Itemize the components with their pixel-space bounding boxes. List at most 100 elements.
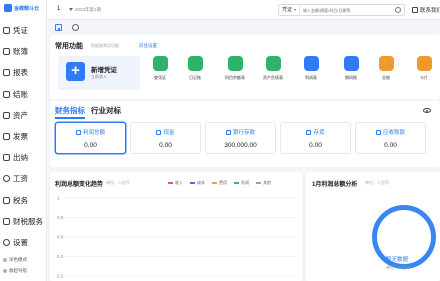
empty-data-label: 暂无数据	[386, 257, 409, 263]
shortcut-label: 期间账	[345, 75, 357, 80]
general-ledger-icon	[378, 56, 394, 71]
close-books-icon	[3, 90, 10, 98]
account-selector[interactable]: 1	[57, 6, 60, 12]
bank-icon	[225, 129, 231, 135]
y-tick-label: 0.8	[57, 215, 64, 220]
metric-card-0[interactable]: 利润总额 0.00	[55, 122, 126, 154]
dark-mode-toggle[interactable]: 深色模式	[3, 257, 27, 263]
collapse-nav-label: 收起导航	[9, 268, 27, 273]
chevron-down-icon	[294, 9, 297, 11]
metric-label: 现金	[163, 130, 175, 136]
asset-icon	[3, 111, 10, 119]
tab-industry-benchmark[interactable]: 行业对标	[91, 105, 121, 116]
shortcut-2[interactable]: 科目余额表	[217, 56, 253, 81]
period-label[interactable]: 2023年第1期	[75, 7, 101, 13]
invoice-icon	[3, 133, 10, 141]
eye-icon[interactable]	[423, 108, 431, 113]
sidebar-item-label: 报表	[13, 68, 28, 78]
receivable-icon	[375, 129, 381, 135]
topbar: 1 2023年第1期 凭证 联系我们	[47, 0, 440, 20]
new-voucher-button[interactable]: + 新增凭证 立即录入	[58, 56, 140, 90]
metric-card-1[interactable]: 现金 0.00	[130, 122, 201, 154]
sidebar-item-4[interactable]: 资产	[0, 105, 47, 126]
sidebar-item-label: 税务	[13, 195, 28, 205]
metric-label: 利润总额	[82, 130, 105, 136]
active-tab-indicator	[55, 117, 85, 119]
sidebar-item-0[interactable]: 凭证	[0, 20, 47, 41]
dark-mode-label: 深色模式	[9, 257, 27, 262]
sidebar-item-1[interactable]: 账簿	[0, 41, 47, 62]
sidebar-item-5[interactable]: 发票	[0, 126, 47, 147]
sidebar-item-6[interactable]: 出纳	[0, 147, 47, 168]
shortcut-7[interactable]: 卡片	[406, 56, 440, 81]
sidebar-item-3[interactable]: 结账	[0, 84, 47, 105]
app-root: 金蝶精斗云 凭证账簿报表结账资产发票出纳工资税务财税服务设置 深色模式 收起导航…	[0, 0, 440, 281]
home-icon[interactable]	[55, 24, 62, 31]
sidebar: 金蝶精斗云 凭证账簿报表结账资产发票出纳工资税务财税服务设置 深色模式 收起导航	[0, 0, 47, 281]
analysis-title: 1月利润总额分析	[312, 182, 358, 188]
chevron-down-icon[interactable]	[69, 8, 73, 11]
ledger-icon	[3, 48, 10, 56]
brand-name: 金蝶精斗云	[14, 5, 40, 12]
sidebar-item-2[interactable]: 报表	[0, 62, 47, 83]
sidebar-nav: 凭证账簿报表结账资产发票出纳工资税务财税服务设置	[0, 20, 47, 253]
metric-value: 0.00	[309, 142, 322, 149]
metric-header: 银行存款	[206, 128, 275, 136]
go-settings-link[interactable]: 前往设置	[139, 43, 157, 49]
metric-label: 存货	[313, 130, 325, 136]
logo-icon	[4, 4, 12, 12]
sidebar-item-9[interactable]: 财税服务	[0, 211, 47, 232]
metric-header: 现金	[131, 128, 200, 136]
sidebar-item-label: 结账	[13, 89, 28, 99]
gear-icon[interactable]	[72, 24, 79, 31]
trend-chart: 1 0.8 0.6 0.4 0.2	[57, 196, 296, 279]
y-tick-label: 0.4	[57, 254, 64, 259]
metric-label: 银行存款	[232, 130, 255, 136]
shortcut-6[interactable]: 总账	[368, 56, 404, 81]
metric-header: 应收账款	[356, 128, 425, 136]
card-icon	[416, 56, 432, 71]
search-type-select[interactable]: 凭证	[279, 5, 301, 15]
shortcut-3[interactable]: 资产负债表	[255, 56, 291, 81]
shortcut-0[interactable]: 查凭证	[142, 56, 178, 81]
plus-icon: +	[66, 62, 85, 81]
balance-icon	[227, 56, 243, 71]
common-functions-title: 常用功能	[55, 43, 83, 50]
sidebar-item-10[interactable]: 设置	[0, 232, 47, 253]
collapse-nav-button[interactable]: 收起导航	[3, 268, 27, 274]
shortcut-label: 资产负债表	[263, 75, 283, 80]
metric-card-3[interactable]: 存货 0.00	[280, 122, 351, 154]
shortcut-label: 总账	[382, 75, 390, 80]
sidebar-item-label: 财税服务	[13, 216, 43, 226]
y-tick-label: 0.2	[57, 274, 64, 279]
contact-us-button[interactable]: 联系我们	[412, 6, 440, 14]
metric-card-2[interactable]: 银行存款 300,000.00	[205, 122, 276, 154]
sidebar-item-label: 资产	[13, 110, 28, 120]
service-icon	[3, 217, 10, 225]
brand-logo[interactable]: 金蝶精斗云	[4, 4, 39, 12]
sidebar-item-7[interactable]: 工资	[0, 168, 47, 189]
metric-value: 0.00	[159, 142, 172, 149]
y-tick-label: 0.6	[57, 235, 64, 240]
sidebar-item-label: 凭证	[13, 26, 28, 36]
collapse-icon	[3, 269, 7, 273]
shortcut-1[interactable]: 日记账	[177, 56, 213, 81]
profit-trend-card: 利润总额变化趋势 单位：人民币 收入 成本 费用 利润 其他 1 0.8 0.6 0.4 0.2	[50, 172, 302, 281]
shortcut-label: 卡片	[420, 75, 428, 80]
shortcut-4[interactable]: 利润表	[293, 56, 329, 81]
sidebar-item-label: 出纳	[13, 153, 28, 163]
headset-icon	[412, 7, 418, 13]
empty-data-sub: 单位：人民币	[386, 265, 410, 270]
sidebar-item-8[interactable]: 税务	[0, 190, 47, 211]
tab-finance-indicators[interactable]: 财务指标	[55, 105, 85, 116]
shortcut-label: 科目余额表	[225, 75, 245, 80]
search-input[interactable]	[300, 5, 395, 15]
metric-value: 0.00	[84, 142, 97, 149]
profit-icon	[303, 56, 319, 71]
sidebar-item-label: 账簿	[13, 47, 28, 57]
search-type-label: 凭证	[282, 7, 293, 13]
search-icon[interactable]	[395, 7, 401, 13]
metric-card-4[interactable]: 应收账款 0.00	[355, 122, 426, 154]
sidebar-item-label: 发票	[13, 132, 28, 142]
shortcut-5[interactable]: 期间账	[333, 56, 369, 81]
